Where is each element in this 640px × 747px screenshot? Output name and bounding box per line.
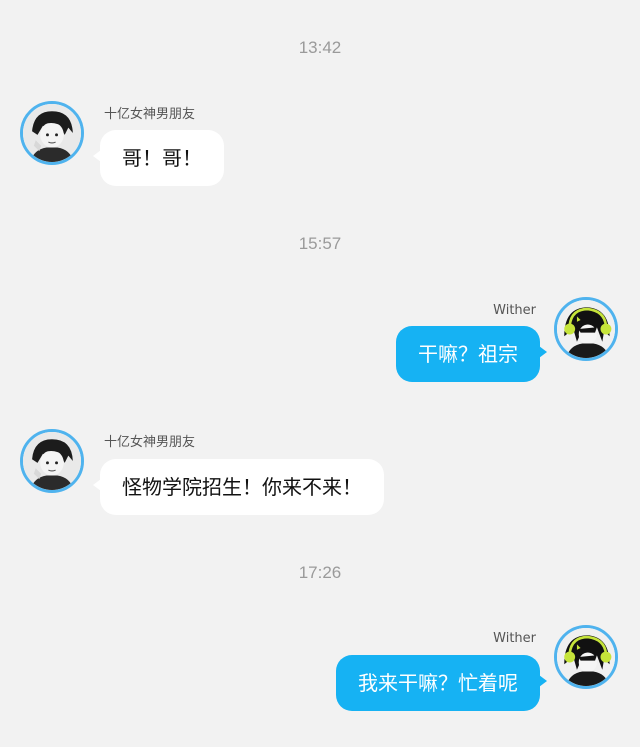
timestamp-3: 17:26 xyxy=(298,563,342,582)
green-headphones-avatar-icon xyxy=(557,628,615,686)
avatar-monochrome-boy[interactable] xyxy=(20,429,84,493)
incoming-message-bubble[interactable]: 哥！哥！ xyxy=(93,130,224,186)
sender-name: Wither xyxy=(493,631,536,646)
timestamp-2: 15:57 xyxy=(298,234,342,253)
green-headphones-avatar-icon xyxy=(557,300,615,358)
sender-name: 十亿女神男朋友 xyxy=(104,107,196,122)
outgoing-message-bubble[interactable]: 我来干嘛？忙着呢 xyxy=(336,655,547,711)
sender-name: Wither xyxy=(493,303,536,318)
monochrome-boy-avatar-icon xyxy=(23,104,81,162)
outgoing-message-bubble[interactable]: 干嘛？祖宗 xyxy=(396,326,547,382)
sender-name: 十亿女神男朋友 xyxy=(104,435,196,450)
monochrome-boy-avatar-icon xyxy=(23,432,81,490)
avatar-green-headphones[interactable] xyxy=(554,625,618,689)
incoming-message-bubble[interactable]: 怪物学院招生！你来不来！ xyxy=(93,459,384,515)
avatar-green-headphones[interactable] xyxy=(554,297,618,361)
timestamp-1: 13:42 xyxy=(298,38,342,57)
avatar-monochrome-boy[interactable] xyxy=(20,101,84,165)
